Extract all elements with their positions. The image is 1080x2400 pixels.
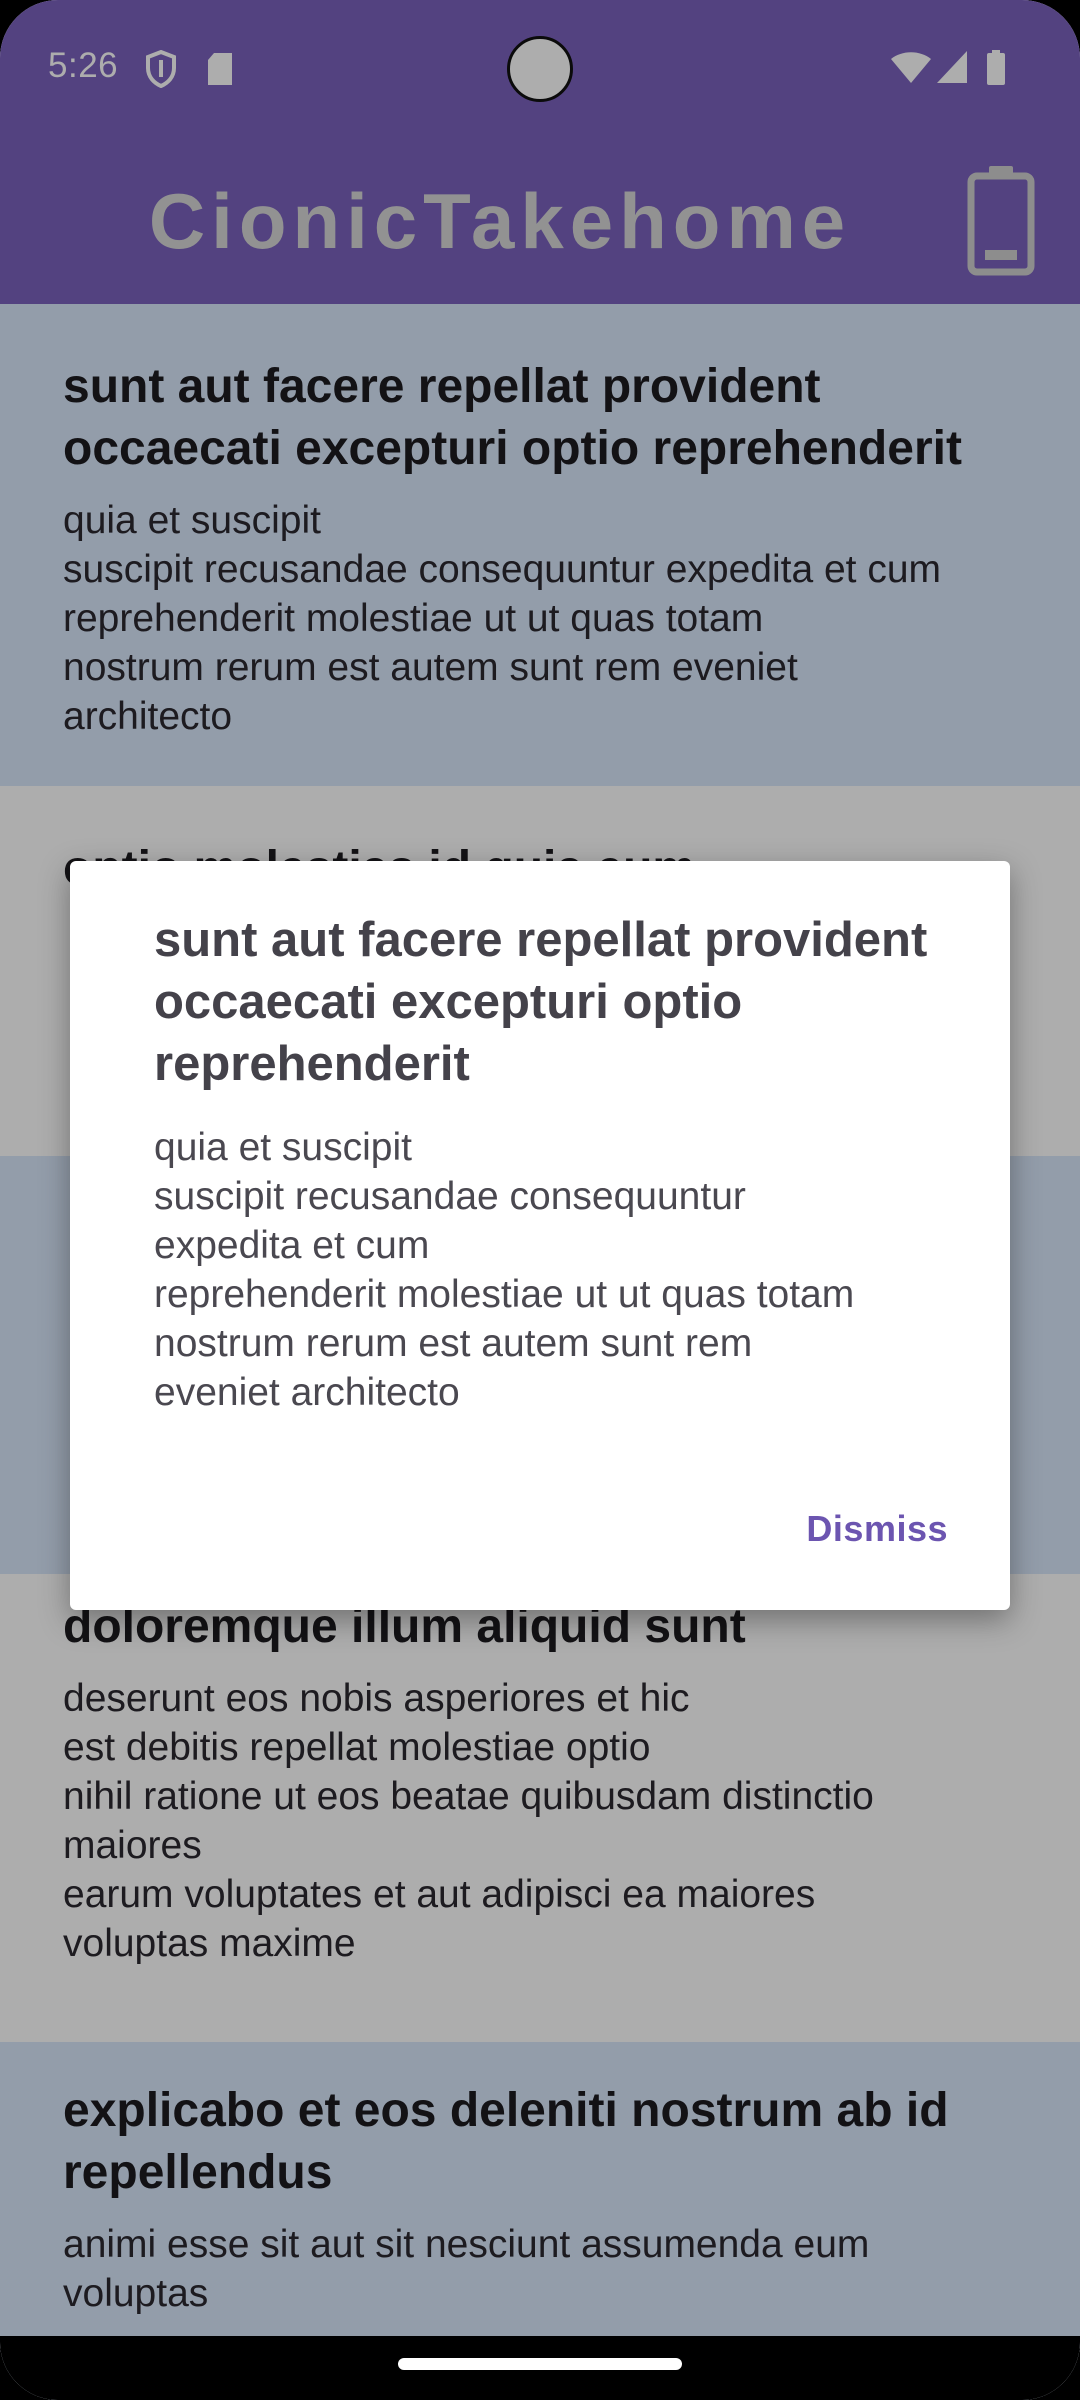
app-screen: 5:26 CionicTakehome sunt aut facere repe… <box>0 0 1080 2400</box>
home-gesture-handle[interactable] <box>398 2358 682 2370</box>
navigation-bar <box>0 2336 1080 2400</box>
dialog-title: sunt aut facere repellat provident occae… <box>154 913 928 1091</box>
post-detail-dialog: sunt aut facere repellat provident occae… <box>70 861 1010 1610</box>
dialog-body: quia et suscipit suscipit recusandae con… <box>154 1126 855 1414</box>
dismiss-button[interactable]: Dismiss <box>806 1508 948 1550</box>
